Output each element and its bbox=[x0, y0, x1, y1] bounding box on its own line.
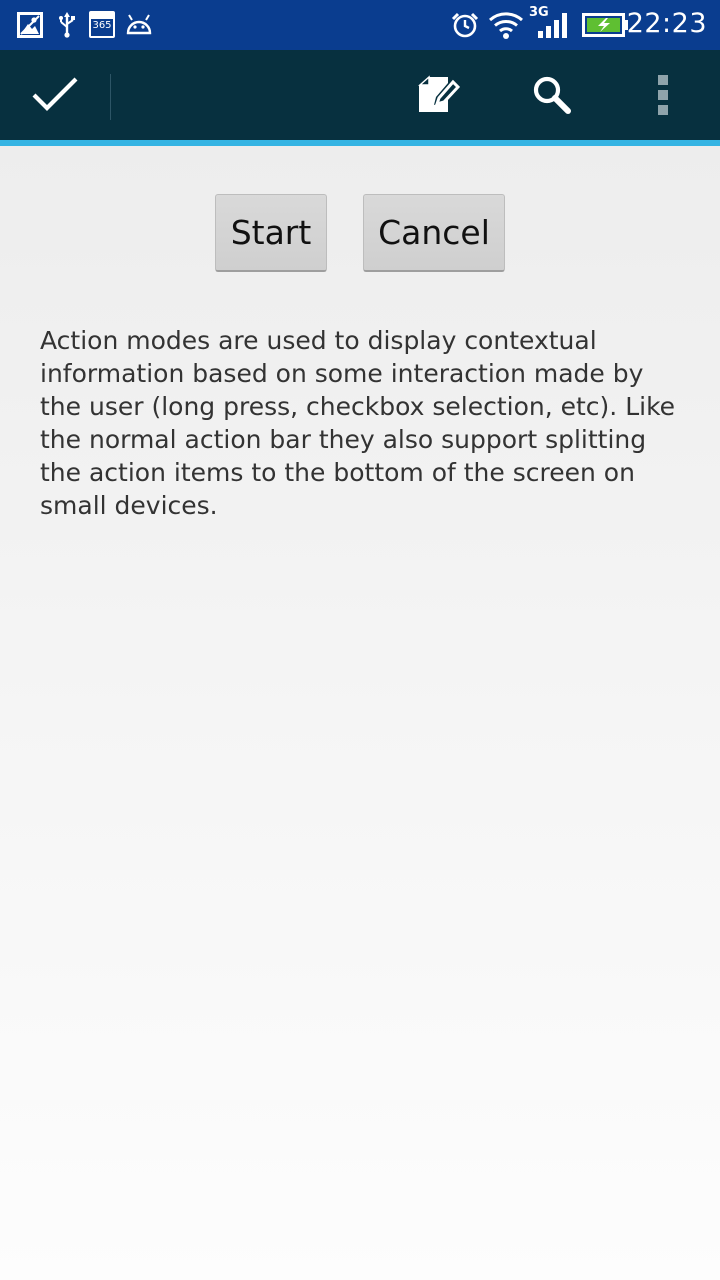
action-mode-bar bbox=[0, 50, 720, 140]
edit-icon bbox=[418, 75, 460, 112]
alarm-icon bbox=[451, 12, 479, 38]
start-button[interactable]: Start bbox=[215, 194, 327, 272]
status-bar: 365 3G 22:23 bbox=[0, 0, 720, 50]
calendar-icon-label: 365 bbox=[92, 20, 112, 31]
cancel-button[interactable]: Cancel bbox=[363, 194, 505, 272]
android-icon bbox=[126, 14, 152, 35]
status-time: 22:23 bbox=[626, 8, 707, 39]
done-divider bbox=[110, 74, 111, 120]
gallery-icon bbox=[17, 12, 43, 38]
overflow-menu-icon bbox=[658, 75, 668, 115]
search-icon bbox=[533, 76, 571, 114]
calendar-icon: 365 bbox=[89, 11, 115, 38]
action-mode-underline bbox=[0, 140, 720, 146]
usb-icon bbox=[59, 12, 75, 38]
wifi-icon bbox=[489, 12, 523, 39]
battery-charging-icon bbox=[582, 13, 628, 37]
edit-button[interactable] bbox=[398, 50, 478, 140]
signal-icon bbox=[538, 13, 567, 38]
overflow-menu-button[interactable] bbox=[623, 50, 703, 140]
search-button[interactable] bbox=[512, 50, 592, 140]
description-text: Action modes are used to display context… bbox=[40, 326, 676, 520]
check-icon bbox=[32, 77, 78, 111]
done-button[interactable] bbox=[0, 50, 110, 140]
